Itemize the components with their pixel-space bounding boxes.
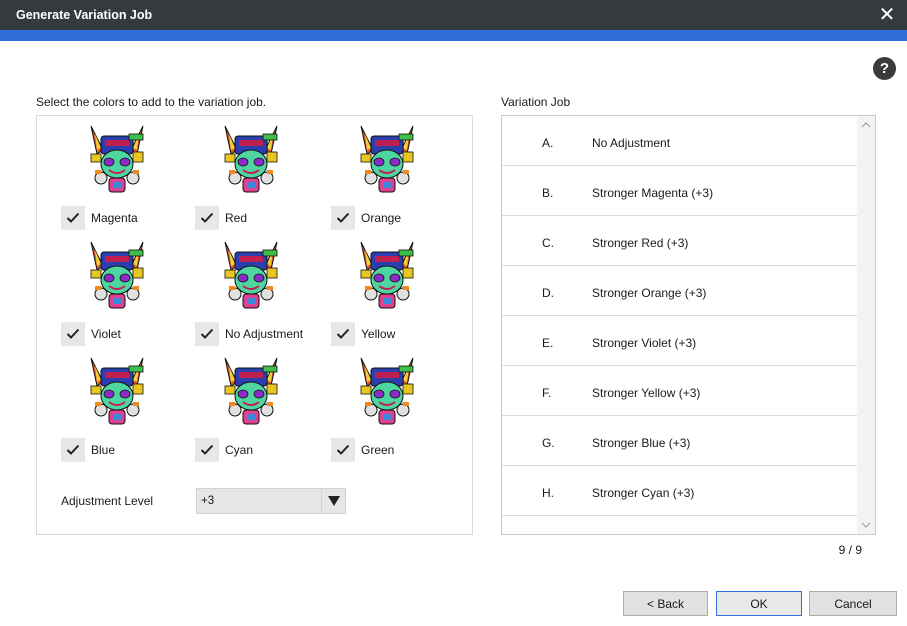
- checkbox-magenta[interactable]: Magenta: [61, 206, 138, 230]
- job-row[interactable]: E. Stronger Violet (+3): [502, 316, 858, 366]
- back-button[interactable]: < Back: [623, 591, 708, 616]
- checkbox-no-adjustment[interactable]: No Adjustment: [195, 322, 303, 346]
- job-row[interactable]: B. Stronger Magenta (+3): [502, 166, 858, 216]
- checkbox-label: Magenta: [91, 211, 138, 225]
- job-row-letter: E.: [542, 336, 554, 350]
- checkbox-label: No Adjustment: [225, 327, 304, 341]
- preview-red: [221, 124, 281, 196]
- job-row-name: Stronger Magenta (+3): [592, 186, 714, 200]
- job-row-letter: C.: [542, 236, 554, 250]
- job-row-letter: G.: [542, 436, 555, 450]
- job-row-name: Stronger Violet (+3): [592, 336, 697, 350]
- job-row-letter: A.: [542, 136, 554, 150]
- job-row-name: Stronger Blue (+3): [592, 436, 691, 450]
- help-icon[interactable]: ?: [873, 57, 896, 80]
- window-title: Generate Variation Job: [16, 8, 153, 22]
- checkbox-yellow[interactable]: Yellow: [331, 322, 395, 346]
- checkbox-cyan[interactable]: Cyan: [195, 438, 253, 462]
- job-row-letter: F.: [542, 386, 552, 400]
- colors-section-label: Select the colors to add to the variatio…: [36, 95, 267, 109]
- preview-magenta: [87, 124, 147, 196]
- check-icon: [61, 206, 85, 230]
- accent-strip: [0, 30, 907, 41]
- check-icon: [195, 206, 219, 230]
- job-row[interactable]: G. Stronger Blue (+3): [502, 416, 858, 466]
- variation-job-list: A. No Adjustment B. Stronger Magenta (+3…: [501, 115, 876, 535]
- job-section-label: Variation Job: [501, 95, 571, 109]
- adjustment-level-select[interactable]: +3: [196, 488, 346, 514]
- preview-green: [357, 356, 417, 428]
- check-icon: [195, 322, 219, 346]
- check-icon: [331, 206, 355, 230]
- job-row-name: Stronger Yellow (+3): [592, 386, 701, 400]
- close-icon[interactable]: ✕: [877, 4, 897, 26]
- job-row-name: No Adjustment: [592, 136, 671, 150]
- preview-no-adjustment: [221, 240, 281, 312]
- checkbox-label: Cyan: [225, 443, 254, 457]
- scroll-down-icon[interactable]: [857, 518, 875, 532]
- job-row-letter: H.: [542, 486, 554, 500]
- adjustment-level-label: Adjustment Level: [61, 494, 154, 508]
- checkbox-label: Red: [225, 211, 248, 225]
- checkbox-orange[interactable]: Orange: [331, 206, 401, 230]
- checkbox-red[interactable]: Red: [195, 206, 247, 230]
- check-icon: [331, 322, 355, 346]
- preview-violet: [87, 240, 147, 312]
- check-icon: [61, 322, 85, 346]
- scroll-up-icon[interactable]: [857, 118, 875, 132]
- check-icon: [195, 438, 219, 462]
- checkbox-green[interactable]: Green: [331, 438, 394, 462]
- preview-orange: [357, 124, 417, 196]
- check-icon: [331, 438, 355, 462]
- checkbox-blue[interactable]: Blue: [61, 438, 115, 462]
- adjustment-level-value: +3: [201, 495, 215, 507]
- job-row[interactable]: A. No Adjustment: [502, 116, 858, 166]
- checkbox-violet[interactable]: Violet: [61, 322, 121, 346]
- preview-cyan: [221, 356, 281, 428]
- job-row-letter: B.: [542, 186, 554, 200]
- job-count: 9 / 9: [838, 543, 862, 557]
- ok-button[interactable]: OK: [716, 591, 802, 616]
- job-row[interactable]: C. Stronger Red (+3): [502, 216, 858, 266]
- vertical-scrollbar[interactable]: [857, 116, 875, 534]
- check-icon: [61, 438, 85, 462]
- job-row-letter: D.: [542, 286, 554, 300]
- job-row[interactable]: H. Stronger Cyan (+3): [502, 466, 858, 516]
- dropdown-arrow-icon: [321, 489, 345, 513]
- checkbox-label: Violet: [91, 327, 121, 341]
- checkbox-label: Green: [361, 443, 395, 457]
- checkbox-label: Yellow: [361, 327, 396, 341]
- checkbox-label: Blue: [91, 443, 116, 457]
- cancel-button[interactable]: Cancel: [809, 591, 897, 616]
- preview-yellow: [357, 240, 417, 312]
- job-row[interactable]: D. Stronger Orange (+3): [502, 266, 858, 316]
- job-row-name: Stronger Red (+3): [592, 236, 689, 250]
- preview-blue: [87, 356, 147, 428]
- job-row[interactable]: F. Stronger Yellow (+3): [502, 366, 858, 416]
- title-bar: Generate Variation Job ✕: [0, 0, 907, 30]
- job-row-name: Stronger Orange (+3): [592, 286, 707, 300]
- checkbox-label: Orange: [361, 211, 402, 225]
- job-row-name: Stronger Cyan (+3): [592, 486, 695, 500]
